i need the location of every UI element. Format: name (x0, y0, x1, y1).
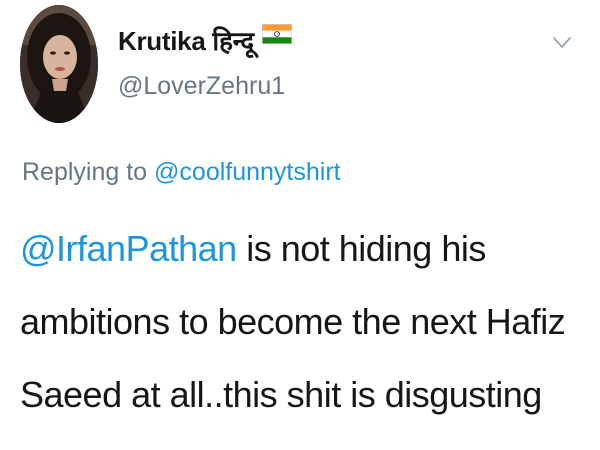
tweet-text-line-2: ambitions to become the next Hafiz (20, 301, 566, 342)
chevron-down-icon[interactable] (552, 36, 572, 50)
display-name-text: Krutika हिन्दू (118, 26, 254, 56)
replying-to-prefix: Replying to (22, 158, 148, 186)
replying-to-line: Replying to @coolfunnytshirt (22, 158, 341, 187)
author-display-name[interactable]: Krutika हिन्दू (118, 22, 292, 58)
author-handle[interactable]: @LoverZehru1 (118, 72, 285, 101)
avatar-photo (20, 5, 98, 123)
india-flag-icon (261, 24, 292, 44)
tweet-card: Krutika हिन्दू @LoverZehru1 Replying to … (0, 0, 600, 450)
replying-to-mention-link[interactable]: @coolfunnytshirt (154, 158, 341, 186)
tweet-text: @IrfanPathan is not hiding his ambitions… (20, 212, 590, 431)
tweet-text-line-1: @IrfanPathan is not hiding his (20, 212, 590, 285)
body-mention-link[interactable]: @IrfanPathan (20, 228, 237, 269)
tweet-text-line-3: Saeed at all..this shit is disgusting (20, 374, 542, 415)
line1-text: is not hiding his (246, 228, 486, 269)
author-avatar[interactable] (20, 5, 98, 123)
